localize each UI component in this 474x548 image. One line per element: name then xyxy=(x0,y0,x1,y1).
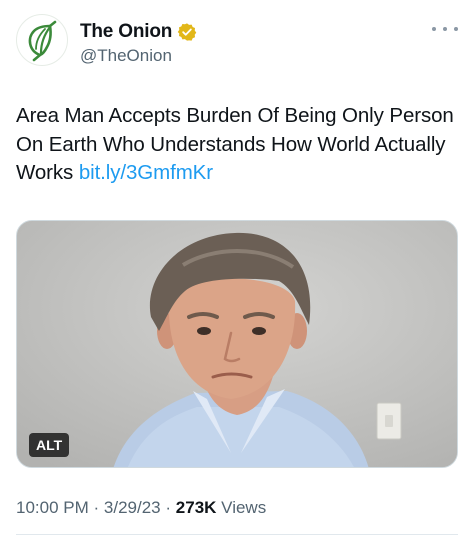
author-names: The Onion @TheOnion xyxy=(80,20,197,66)
handle[interactable]: @TheOnion xyxy=(80,46,197,66)
tweet-photo[interactable]: ALT xyxy=(16,220,458,468)
avatar[interactable] xyxy=(16,14,68,66)
tweet-text: Area Man Accepts Burden Of Being Only Pe… xyxy=(16,102,456,188)
photo-man-portrait xyxy=(17,221,457,467)
alt-text-button[interactable]: ALT xyxy=(29,433,70,457)
verified-badge-icon[interactable] xyxy=(177,22,197,42)
views-label[interactable]: Views xyxy=(221,498,266,517)
display-name[interactable]: The Onion xyxy=(80,21,172,43)
meta-separator: · xyxy=(93,498,100,517)
tweet-time[interactable]: 10:00 PM xyxy=(16,498,89,517)
more-options-icon[interactable] xyxy=(432,22,458,36)
tweet-card: The Onion @TheOnion Area Man Accepts Bur… xyxy=(0,0,474,548)
meta-separator: · xyxy=(165,498,172,517)
onion-logo-icon xyxy=(28,20,57,62)
divider xyxy=(16,534,458,535)
tweet-header: The Onion @TheOnion xyxy=(16,14,458,70)
tweet-link[interactable]: bit.ly/3GmfmKr xyxy=(79,161,213,184)
tweet-meta: 10:00 PM · 3/29/23 · 273K Views xyxy=(16,498,266,518)
tweet-date[interactable]: 3/29/23 xyxy=(104,498,161,517)
views-count[interactable]: 273K xyxy=(176,498,217,517)
